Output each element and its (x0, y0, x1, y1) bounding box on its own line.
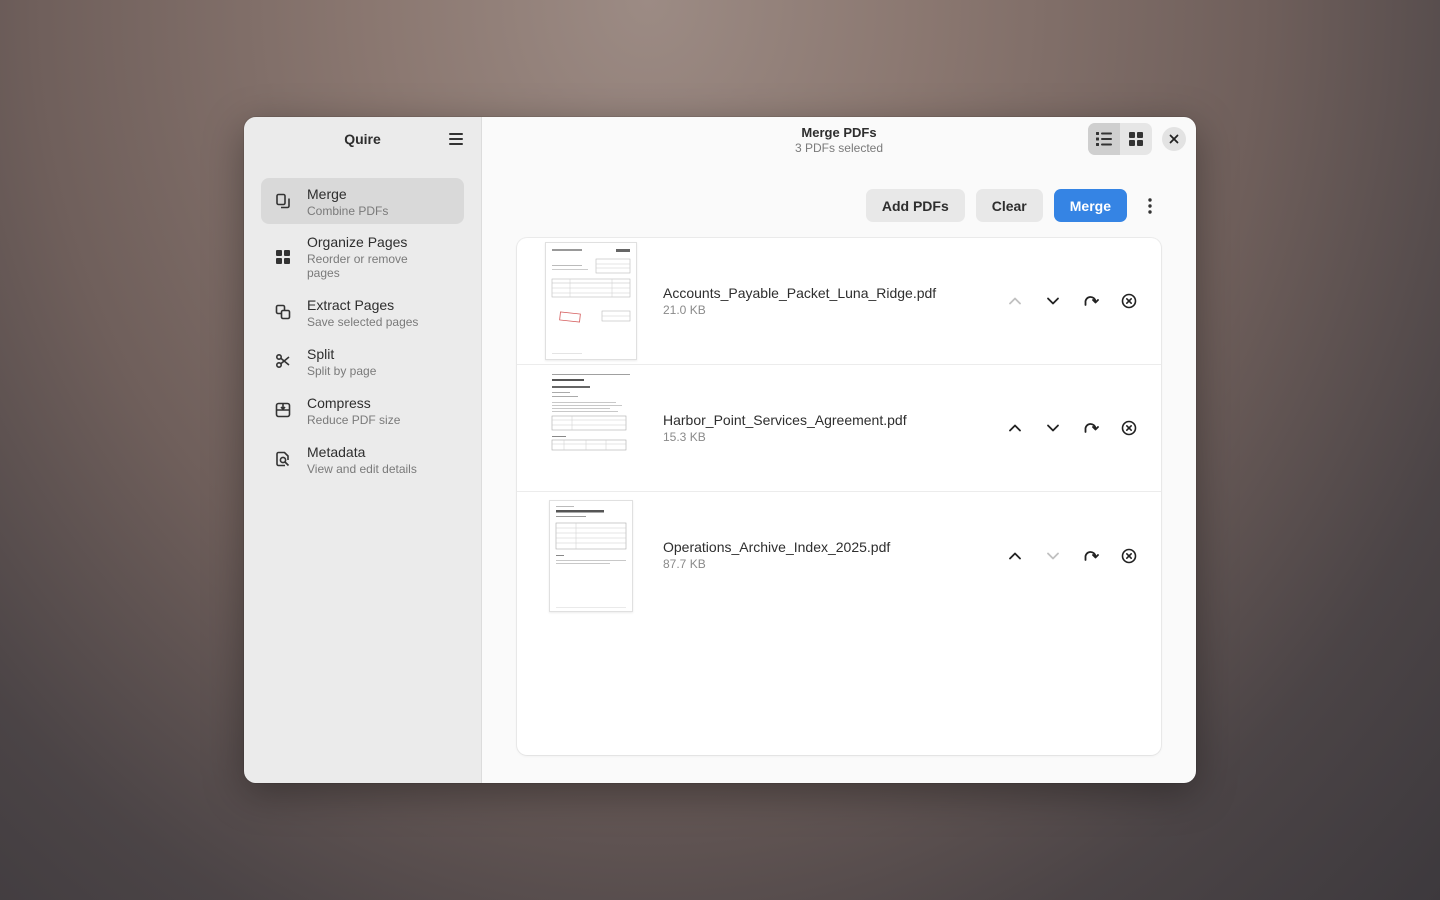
toolbar: Add PDFs Clear Merge (865, 189, 1162, 222)
merge-icon (273, 191, 293, 211)
chevron-up-icon (1009, 552, 1021, 559)
sidebar-item-label: Organize Pages (307, 234, 408, 250)
file-info: Harbor_Point_Services_Agreement.pdf 15.3… (663, 411, 907, 444)
sidebar-item-extract-pages[interactable]: Extract Pages Save selected pages (261, 289, 464, 335)
view-mode-toggle (1088, 123, 1152, 155)
chevron-down-icon (1047, 552, 1059, 559)
hamburger-icon (449, 133, 463, 145)
remove-circle-icon (1121, 548, 1137, 563)
file-name: Harbor_Point_Services_Agreement.pdf (663, 412, 907, 428)
sidebar-item-label: Compress (307, 394, 371, 411)
row-actions (1001, 287, 1143, 315)
more-options-button[interactable] (1138, 189, 1162, 222)
grid-icon (273, 247, 293, 267)
remove-circle-icon (1121, 420, 1137, 436)
move-down-button[interactable] (1039, 414, 1067, 442)
rotate-icon (1084, 550, 1099, 561)
file-info: Accounts_Payable_Packet_Luna_Ridge.pdf 2… (663, 284, 936, 317)
move-up-button[interactable] (1001, 287, 1029, 315)
move-down-button[interactable] (1039, 542, 1067, 570)
list-view-button[interactable] (1088, 123, 1120, 155)
compress-icon (273, 400, 293, 420)
list-item[interactable]: Harbor_Point_Services_Agreement.pdf 15.3… (517, 365, 1161, 492)
close-window-button[interactable] (1162, 127, 1186, 151)
pdf-thumbnail (549, 500, 633, 612)
grid-view-icon (1129, 132, 1143, 146)
add-pdfs-button[interactable]: Add PDFs (865, 189, 965, 222)
sidebar: Quire Merge Combine PDFs Organize Pages … (244, 117, 482, 783)
app-window: Quire Merge Combine PDFs Organize Pages … (244, 117, 1196, 783)
sidebar-item-merge[interactable]: Merge Combine PDFs (261, 178, 464, 224)
main-menu-button[interactable] (443, 127, 469, 151)
chevron-down-icon (1047, 424, 1059, 432)
sidebar-item-subtitle: View and edit details (307, 461, 417, 476)
remove-circle-icon (1121, 293, 1137, 309)
sidebar-item-organize-pages[interactable]: Organize Pages Reorder or remove pages (261, 227, 464, 286)
file-size: 15.3 KB (663, 430, 706, 444)
sidebar-item-compress[interactable]: Compress Reduce PDF size (261, 387, 464, 433)
sidebar-item-metadata[interactable]: Metadata View and edit details (261, 436, 464, 482)
metadata-icon (273, 449, 293, 469)
sidebar-item-label: Metadata (307, 443, 366, 460)
row-actions (1001, 542, 1143, 570)
file-name: Accounts_Payable_Packet_Luna_Ridge.pdf (663, 285, 937, 301)
file-name: Operations_Archive_Index_2025.pdf (663, 539, 891, 555)
extract-icon (273, 302, 293, 322)
file-size: 21.0 KB (663, 303, 706, 317)
kebab-menu-icon (1148, 197, 1152, 214)
list-view-icon (1096, 132, 1112, 146)
rotate-button[interactable] (1077, 414, 1105, 442)
sidebar-item-subtitle: Reduce PDF size (307, 412, 401, 427)
sidebar-item-label: Split (307, 345, 335, 362)
file-size: 87.7 KB (663, 557, 706, 571)
pdf-thumbnail (545, 369, 637, 487)
rotate-button[interactable] (1077, 287, 1105, 315)
pdf-thumbnail (545, 242, 637, 360)
sidebar-item-label: Extract Pages (307, 296, 395, 313)
sidebar-item-subtitle: Save selected pages (307, 314, 419, 329)
sidebar-item-split[interactable]: Split Split by page (261, 338, 464, 384)
list-item[interactable]: Operations_Archive_Index_2025.pdf 87.7 K… (517, 492, 1161, 619)
remove-file-button[interactable] (1115, 542, 1143, 570)
main-content: Merge PDFs 3 PDFs selected Add PDFs Clea… (482, 117, 1196, 783)
scissors-icon (273, 351, 293, 371)
chevron-up-icon (1009, 297, 1021, 305)
row-actions (1001, 414, 1143, 442)
clear-button[interactable]: Clear (975, 189, 1043, 222)
move-up-button[interactable] (1001, 414, 1029, 442)
sidebar-item-subtitle: Split by page (307, 363, 377, 378)
list-item[interactable]: Accounts_Payable_Packet_Luna_Ridge.pdf 2… (517, 238, 1161, 365)
close-icon (1169, 134, 1179, 144)
remove-file-button[interactable] (1115, 287, 1143, 315)
rotate-button[interactable] (1077, 542, 1105, 570)
file-info: Operations_Archive_Index_2025.pdf 87.7 K… (663, 538, 890, 571)
chevron-down-icon (1047, 297, 1059, 305)
rotate-icon (1084, 296, 1099, 306)
sidebar-header: Quire (244, 117, 481, 161)
remove-file-button[interactable] (1115, 414, 1143, 442)
chevron-up-icon (1009, 424, 1021, 432)
grid-view-button[interactable] (1120, 123, 1152, 155)
sidebar-item-subtitle: Reorder or remove pages (307, 252, 408, 280)
merge-button[interactable]: Merge (1053, 189, 1127, 222)
move-up-button[interactable] (1001, 542, 1029, 570)
rotate-icon (1084, 423, 1099, 433)
sidebar-nav: Merge Combine PDFs Organize Pages Reorde… (261, 178, 464, 485)
pdf-file-list: Accounts_Payable_Packet_Luna_Ridge.pdf 2… (517, 238, 1161, 755)
sidebar-item-subtitle: Combine PDFs (307, 203, 389, 218)
move-down-button[interactable] (1039, 287, 1067, 315)
sidebar-item-label: Merge (307, 185, 347, 202)
